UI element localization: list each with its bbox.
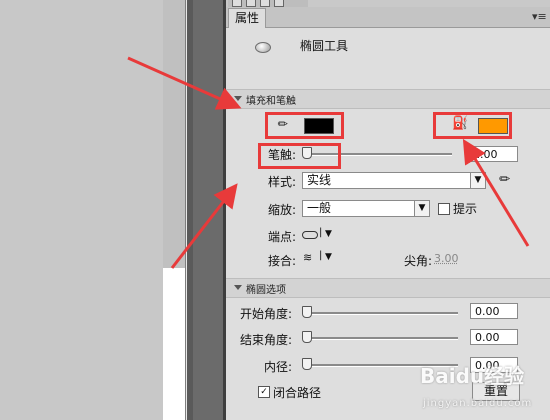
arrow-to-stroke-width [170,183,238,269]
arrow-to-stroke-color [127,56,242,110]
annotation-arrows [127,56,530,269]
baidu-watermark-url: jingyan.baidu.com [423,398,533,409]
arrow-to-fill-color [462,138,530,247]
baidu-watermark-logo: Baidu经验 [420,364,525,388]
